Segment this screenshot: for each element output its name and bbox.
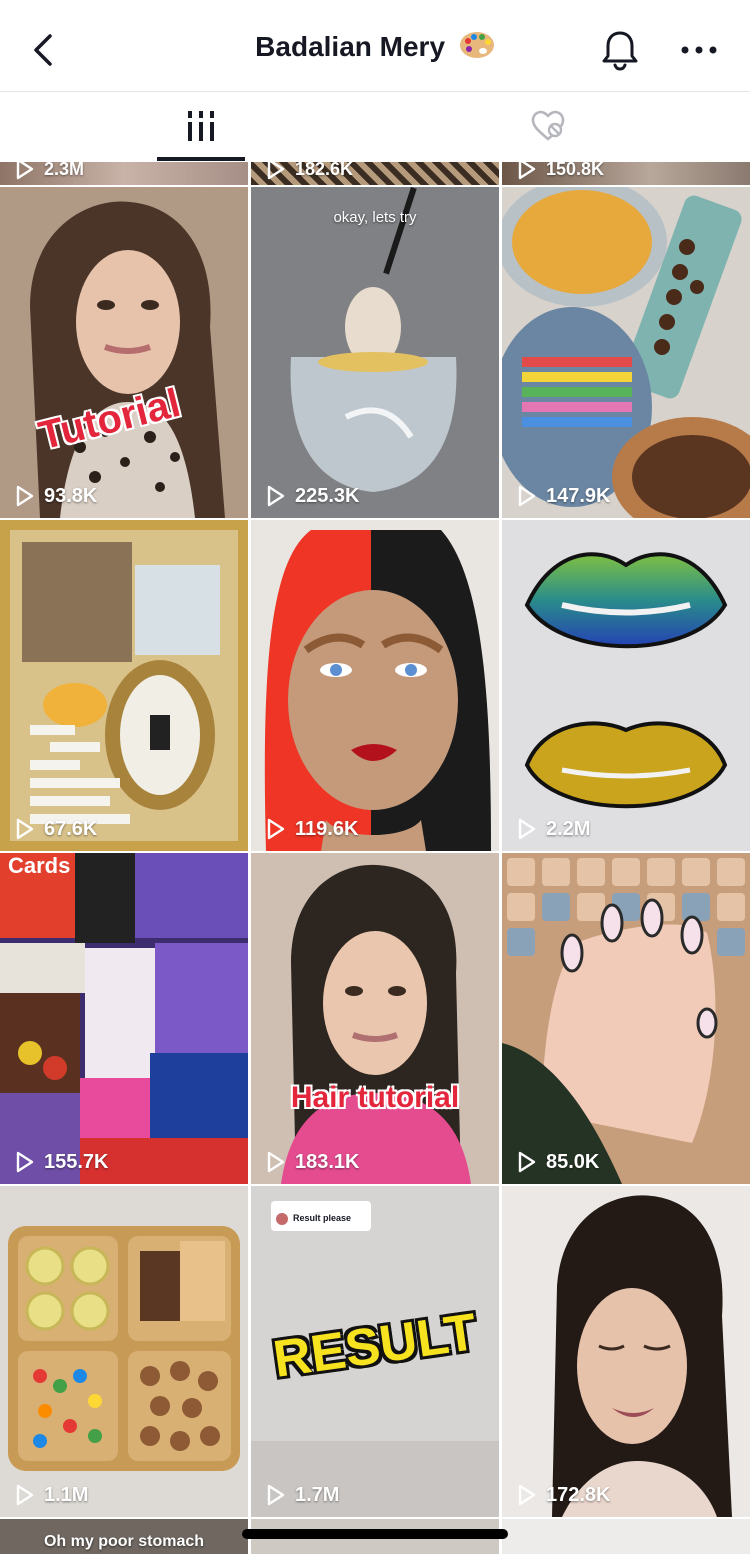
thumbnail-image bbox=[502, 520, 750, 851]
view-count: 85.0K bbox=[546, 1150, 600, 1173]
thumbnail-image bbox=[251, 520, 499, 851]
header-bar: Badalian Mery bbox=[0, 0, 750, 92]
video-thumbnail[interactable]: 172.8K bbox=[502, 1186, 750, 1517]
view-count: 150.8K bbox=[546, 162, 605, 179]
view-count: 1.7M bbox=[295, 1483, 340, 1506]
thumbnail-image bbox=[502, 1186, 750, 1517]
video-caption: Hair tutorial bbox=[290, 1081, 460, 1114]
play-icon bbox=[267, 485, 285, 507]
view-count: 155.7K bbox=[44, 1150, 109, 1173]
thumbnail-image bbox=[251, 853, 499, 1184]
view-count: 93.8K bbox=[44, 484, 98, 507]
play-icon bbox=[16, 1484, 34, 1506]
tab-liked[interactable] bbox=[375, 92, 750, 162]
play-icon bbox=[518, 1484, 536, 1506]
reply-badge: Result please bbox=[293, 1213, 352, 1223]
video-caption: Oh my poor stomach bbox=[43, 1533, 205, 1550]
play-icon bbox=[16, 818, 34, 840]
play-icon bbox=[267, 162, 285, 180]
view-count: 2.2M bbox=[546, 817, 591, 840]
play-icon bbox=[518, 1151, 536, 1173]
view-count: 67.6K bbox=[44, 817, 98, 840]
video-thumbnail[interactable]: Hair tutorial 183.1K bbox=[251, 853, 499, 1184]
video-thumbnail[interactable]: 2.3M bbox=[0, 162, 248, 185]
thumbnail-image bbox=[251, 187, 499, 518]
play-icon bbox=[267, 818, 285, 840]
video-thumbnail[interactable]: 67.6K bbox=[0, 520, 248, 851]
video-thumbnail[interactable]: Result please RESULT 1.7M bbox=[251, 1186, 499, 1517]
video-thumbnail[interactable]: Cards 155.7K bbox=[0, 853, 248, 1184]
view-count: 119.6K bbox=[295, 817, 359, 840]
video-thumbnail[interactable]: Tutorial 93.8K bbox=[0, 187, 248, 518]
play-icon bbox=[267, 1151, 285, 1173]
play-icon bbox=[518, 162, 536, 180]
home-indicator[interactable] bbox=[242, 1529, 508, 1539]
selected-tab-indicator bbox=[157, 157, 245, 161]
thumbnail-image bbox=[0, 187, 248, 518]
profile-tabs bbox=[0, 92, 750, 162]
video-thumbnail[interactable]: 119.6K bbox=[251, 520, 499, 851]
view-count: 182.6K bbox=[295, 162, 354, 179]
video-caption: Cards bbox=[8, 853, 71, 878]
play-icon bbox=[16, 1151, 34, 1173]
notification-bell-icon[interactable] bbox=[600, 28, 640, 72]
video-thumbnail[interactable]: 2.2M bbox=[502, 520, 750, 851]
video-thumbnail[interactable]: 150.8K bbox=[502, 162, 750, 185]
thumbnail-image bbox=[502, 187, 750, 518]
play-icon bbox=[267, 1484, 285, 1506]
video-thumbnail[interactable]: Oh my poor stomach bbox=[0, 1519, 248, 1554]
video-thumbnail[interactable]: 85.0K bbox=[502, 853, 750, 1184]
play-icon bbox=[518, 818, 536, 840]
grid-icon bbox=[188, 111, 214, 141]
play-icon bbox=[16, 162, 34, 180]
video-thumbnail[interactable]: 182.6K bbox=[251, 162, 499, 185]
liked-hidden-icon bbox=[531, 110, 565, 141]
thumbnail-image bbox=[502, 853, 750, 1184]
view-count: 225.3K bbox=[295, 484, 360, 507]
view-count: 147.9K bbox=[546, 484, 611, 507]
view-count: 183.1K bbox=[295, 1150, 360, 1173]
profile-name: Badalian Mery bbox=[255, 31, 446, 62]
more-options-icon[interactable] bbox=[680, 40, 718, 60]
tab-videos[interactable] bbox=[0, 92, 375, 162]
video-thumbnail[interactable] bbox=[502, 1519, 750, 1554]
view-count: 2.3M bbox=[44, 162, 85, 179]
thumbnail-image bbox=[0, 520, 248, 851]
play-icon bbox=[518, 485, 536, 507]
play-icon bbox=[16, 485, 34, 507]
thumbnail-image bbox=[0, 1186, 248, 1517]
video-grid: 2.3M 182.6K 150.8K Tutorial 93.8K okay, … bbox=[0, 162, 750, 1554]
video-thumbnail[interactable]: 1.1M bbox=[0, 1186, 248, 1517]
view-count: 1.1M bbox=[44, 1483, 89, 1506]
thumbnail-image bbox=[0, 853, 248, 1184]
video-caption: okay, lets try bbox=[333, 209, 417, 226]
view-count: 172.8K bbox=[546, 1483, 611, 1506]
video-thumbnail[interactable]: okay, lets try 225.3K bbox=[251, 187, 499, 518]
palette-icon bbox=[459, 32, 494, 58]
video-thumbnail[interactable]: 147.9K bbox=[502, 187, 750, 518]
